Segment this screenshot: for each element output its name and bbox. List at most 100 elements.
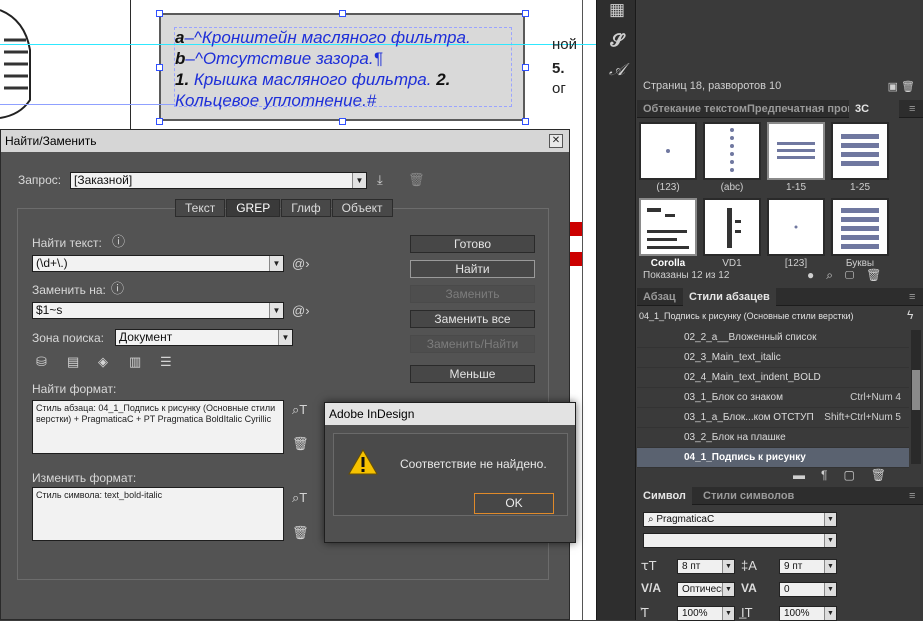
delete-query-icon[interactable]: 🗑 xyxy=(408,173,425,187)
dialog-titlebar[interactable]: Найти/Заменить ✕ xyxy=(1,130,569,152)
illustration-fragment xyxy=(0,9,31,119)
frame-handle[interactable] xyxy=(339,118,346,125)
save-query-icon[interactable]: ⤓ xyxy=(377,173,383,187)
ok-button[interactable]: OK xyxy=(474,493,554,514)
change-format-box[interactable]: Стиль символа: text_bold-italic xyxy=(32,487,284,541)
frame-handle[interactable] xyxy=(522,118,529,125)
list-item[interactable]: 02_3_Main_text_italic xyxy=(637,348,909,368)
paragraph-styles-icon[interactable]: 𝓢 xyxy=(607,31,627,51)
clear-format-icon[interactable]: 🗑 xyxy=(292,526,309,540)
include-hidden-layers-icon[interactable]: ◈ xyxy=(98,355,108,369)
sets-toolbar-icons[interactable]: ●⌕▢🗑 xyxy=(807,268,893,283)
horizontal-scale-field[interactable]: 100% ▼ xyxy=(779,606,837,621)
scrollbar[interactable] xyxy=(911,330,921,464)
include-locked-layers-icon[interactable]: ⛁ xyxy=(36,355,47,369)
fewer-options-button[interactable]: Меньше xyxy=(410,365,535,383)
table-icon[interactable]: ▦ xyxy=(607,0,627,20)
new-page-icon[interactable]: ▣ 🗑 xyxy=(888,80,915,93)
set-label: (123) xyxy=(656,182,680,193)
font-family-field[interactable]: ⌕ PragmaticaC ▼ xyxy=(643,512,837,527)
font-size-icon: ꚍT xyxy=(641,558,657,573)
font-size-field[interactable]: 8 пт ▼ xyxy=(677,559,735,574)
tab-object[interactable]: Объект xyxy=(331,199,393,217)
doc-text-fragment: ной xyxy=(552,36,578,53)
tab-grep[interactable]: GREP xyxy=(226,199,281,217)
vertical-scale-field[interactable]: 100% ▼ xyxy=(677,606,735,621)
query-select[interactable]: [Заказной] ▼ xyxy=(70,172,367,189)
panel-icon-strip: ▦ 𝓢 𝒜 xyxy=(596,0,636,620)
change-find-button[interactable]: Заменить/Найти xyxy=(410,335,535,353)
change-all-button[interactable]: Заменить все xyxy=(410,310,535,328)
tab-paragraph-styles[interactable]: Стили абзацев xyxy=(683,288,776,306)
set-thumb[interactable] xyxy=(639,198,697,256)
include-locked-stories-icon[interactable]: ▤ xyxy=(67,355,79,369)
set-label: 1-25 xyxy=(849,182,870,193)
right-panels: Страниц 18, разворотов 10 ▣ 🗑 Обтекание … xyxy=(637,0,923,621)
find-replace-dialog: Найти/Заменить ✕ Запрос: [Заказной] ▼ ⤓ 🗑… xyxy=(0,129,570,620)
set-thumb[interactable] xyxy=(639,122,697,180)
tab-character[interactable]: Символ xyxy=(637,487,692,505)
specify-format-icon[interactable]: ⌕T xyxy=(292,403,307,417)
set-thumb[interactable] xyxy=(767,198,825,256)
set-thumb[interactable] xyxy=(831,198,889,256)
list-item-selected[interactable]: 04_1_Подпись к рисунку xyxy=(637,448,909,468)
panel-menu-icon[interactable]: ≡ xyxy=(903,487,921,505)
tab-3c[interactable]: 3С xyxy=(849,100,899,118)
set-thumb[interactable] xyxy=(831,122,889,180)
frame-handle[interactable] xyxy=(339,10,346,17)
panel-menu-icon[interactable]: ≡ xyxy=(903,288,921,306)
panel-menu-icon[interactable]: ≡ xyxy=(903,100,921,118)
tab-preflight[interactable]: Предпечатная прове xyxy=(741,100,866,118)
leading-icon: ‡A xyxy=(741,558,757,573)
change-button[interactable]: Заменить xyxy=(410,285,535,303)
alert-titlebar[interactable]: Adobe InDesign xyxy=(325,403,575,425)
search-scope-select[interactable]: Документ ▼ xyxy=(115,329,293,346)
frame-handle[interactable] xyxy=(156,10,163,17)
find-button[interactable]: Найти xyxy=(410,260,535,278)
set-thumb[interactable] xyxy=(703,122,761,180)
leading-field[interactable]: 9 пт ▼ xyxy=(779,559,837,574)
frame-handle[interactable] xyxy=(522,10,529,17)
list-item[interactable]: 03_2_Блок на плашке xyxy=(637,428,909,448)
kerning-field[interactable]: Оптическ ▼ xyxy=(677,582,735,597)
doc-text-fragment: 5. xyxy=(552,60,565,77)
doc-red-mark xyxy=(570,252,582,266)
special-chars-icon[interactable]: @› xyxy=(292,304,310,318)
query-label: Запрос: xyxy=(18,173,62,187)
set-thumb[interactable] xyxy=(767,122,825,180)
list-item[interactable]: 02_2_а__Вложенный список xyxy=(637,328,909,348)
guide-horizontal-2 xyxy=(0,104,175,105)
frame-text[interactable]: а–^Кронштейн масляного фильтра. b–^Отсут… xyxy=(175,27,515,111)
done-button[interactable]: Готово xyxy=(410,235,535,253)
find-text-input[interactable]: (\d+\.) ▼ xyxy=(32,255,284,272)
tab-text-wrap[interactable]: Обтекание текстом xyxy=(637,100,753,118)
tab-glyph[interactable]: Глиф xyxy=(281,199,331,217)
tab-paragraph[interactable]: Абзац xyxy=(637,288,682,306)
frame-handle[interactable] xyxy=(156,64,163,71)
tracking-field[interactable]: 0 ▼ xyxy=(779,582,837,597)
list-item[interactable]: 03_1_Блок со знаком Ctrl+Num 4 xyxy=(637,388,909,408)
special-chars-icon[interactable]: @› xyxy=(292,257,310,271)
character-styles-icon[interactable]: 𝒜 xyxy=(607,60,627,80)
frame-handle[interactable] xyxy=(522,64,529,71)
replace-input[interactable]: $1~s ▼ xyxy=(32,302,284,319)
include-footnotes-icon[interactable]: ☰ xyxy=(160,355,172,369)
close-icon[interactable]: ✕ xyxy=(549,134,563,148)
include-master-pages-icon[interactable]: ▥ xyxy=(129,355,141,369)
info-icon: ⓘ xyxy=(112,234,126,249)
current-para-style: 04_1_Подпись к рисунку (Основные стили в… xyxy=(639,311,854,321)
set-thumb[interactable] xyxy=(703,198,761,256)
find-format-box[interactable]: Стиль абзаца: 04_1_Подпись к рисунку (Ос… xyxy=(32,400,284,454)
change-format-label: Изменить формат: xyxy=(32,471,137,485)
clear-overrides-icon[interactable]: ϟ xyxy=(907,308,913,322)
list-item[interactable]: 02_4_Main_text_indent_BOLD xyxy=(637,368,909,388)
tab-text[interactable]: Текст xyxy=(175,199,226,217)
list-item[interactable]: 03_1_а_Блок...ком ОТСТУП Shift+Ctrl+Num 5 xyxy=(637,408,909,428)
frame-handle[interactable] xyxy=(156,118,163,125)
para-styles-toolbar-icons[interactable]: ▬¶▢🗑 xyxy=(793,468,902,482)
font-style-field[interactable]: ▼ xyxy=(643,533,837,548)
tab-character-styles[interactable]: Стили символов xyxy=(697,487,800,505)
specify-format-icon[interactable]: ⌕T xyxy=(292,491,307,505)
clear-format-icon[interactable]: 🗑 xyxy=(292,437,309,451)
find-text-label: Найти текст: xyxy=(32,236,102,250)
